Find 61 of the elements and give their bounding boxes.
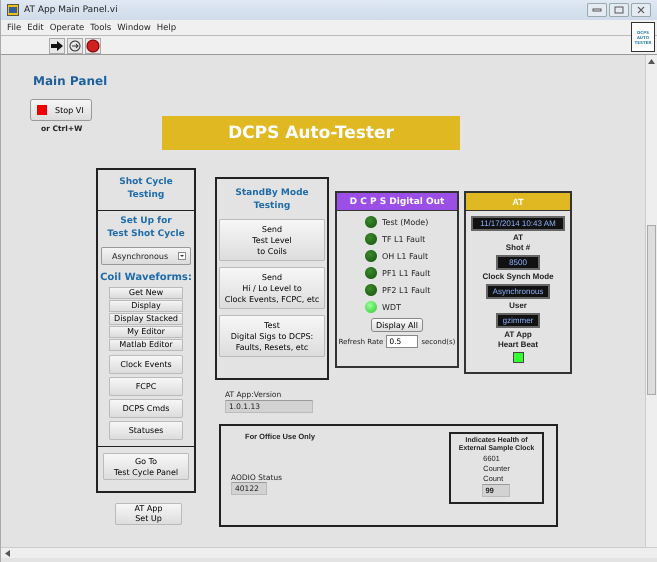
user-display: gzimmer <box>496 313 540 328</box>
waveform-button[interactable]: My Editor <box>109 326 183 338</box>
menu-item[interactable]: Help <box>156 22 176 32</box>
go-to-panel-button[interactable]: Go To Test Cycle Panel <box>103 453 189 480</box>
close-icon <box>637 6 645 14</box>
stop-button[interactable]: Stop VI <box>30 99 92 121</box>
led-label: PF1 L1 Fault <box>382 268 430 278</box>
scroll-left-arrow-icon[interactable] <box>5 550 10 556</box>
maximize-icon <box>614 6 624 14</box>
close-button[interactable] <box>631 3 651 17</box>
vertical-scrollbar[interactable] <box>645 55 657 547</box>
scroll-up-arrow-icon[interactable] <box>648 59 655 64</box>
panel-button[interactable]: DCPS Cmds <box>109 399 183 418</box>
led-label: Test (Mode) <box>382 218 428 226</box>
waveform-button[interactable]: Get New <box>109 287 183 299</box>
clock-mode-display: Asynchronous <box>486 284 550 299</box>
banner-title: DCPS Auto-Tester <box>162 116 460 150</box>
waveform-button[interactable]: Display <box>109 300 183 312</box>
waveform-button[interactable]: Display Stacked <box>109 313 183 325</box>
standby-button[interactable]: Send Hi / Lo Level to Clock Events, FCPC, etc <box>219 267 325 309</box>
led-label: WDT <box>382 302 401 312</box>
menu-item[interactable]: Operate <box>50 22 84 32</box>
minimize-button[interactable] <box>587 3 607 17</box>
menu-item[interactable]: Tools <box>90 22 112 32</box>
minimize-icon <box>592 7 602 13</box>
mode-dropdown[interactable]: Asynchronous <box>101 247 191 265</box>
panel-header: AT <box>466 193 570 211</box>
panel-button[interactable]: FCPC <box>109 377 183 396</box>
run-arrow-icon[interactable] <box>49 38 65 54</box>
dropdown-arrow-icon[interactable] <box>178 252 186 260</box>
waveform-button[interactable]: Matlab Editor <box>109 339 183 351</box>
menu-item[interactable]: File <box>7 22 22 32</box>
section-title: Shot Cycle Testing <box>119 176 173 202</box>
section-title: Set Up for Test Shot Cycle <box>107 215 185 241</box>
led-label: TF L1 Fault <box>382 234 426 244</box>
panel-title: Main Panel <box>33 74 108 88</box>
led-label: OH L1 Fault <box>382 252 428 260</box>
shot-display: 8500 <box>496 255 540 270</box>
app-icon <box>7 4 19 16</box>
abort-icon[interactable] <box>85 38 101 54</box>
section-title: StandBy Mode Testing <box>235 187 309 213</box>
datetime-display: 11/17/2014 10:43 AM <box>471 216 565 231</box>
run-continuously-icon[interactable] <box>67 38 83 54</box>
standby-button[interactable]: Test Digital Sigs to DCPS: Faults, Resets, etc <box>219 315 325 357</box>
standby-button[interactable]: Send Test Level to Coils <box>219 219 325 261</box>
user-label: User <box>509 301 527 311</box>
maximize-button[interactable] <box>609 3 629 17</box>
window-title: AT App Main Panel.vi <box>24 5 118 15</box>
clock-mode-label: Clock Synch Mode <box>482 272 554 282</box>
panel-button[interactable]: Statuses <box>109 421 183 440</box>
menu-item[interactable]: Window <box>117 22 151 32</box>
horizontal-scrollbar[interactable] <box>1 547 657 558</box>
display-all-button[interactable]: Display All <box>371 318 423 332</box>
section-title: Coil Waveforms: <box>100 271 192 284</box>
setup-button[interactable]: AT App Set Up <box>115 503 182 525</box>
panel-button[interactable]: Clock Events <box>109 355 183 374</box>
menu-item[interactable]: Edit <box>27 22 44 32</box>
led-label: PF2 L1 Fault <box>382 286 430 294</box>
heartbeat-label: AT App Heart Beat <box>498 330 538 350</box>
shot-label: AT Shot # <box>506 233 530 253</box>
panel-header: D C P S Digital Out <box>337 193 457 211</box>
